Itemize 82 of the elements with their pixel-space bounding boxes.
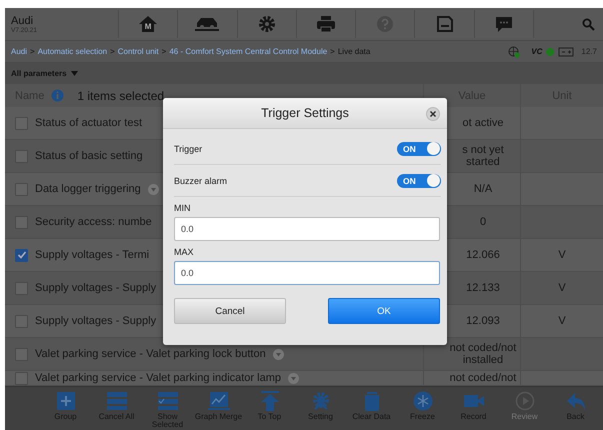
parameter-name: Supply voltages - Supply <box>35 315 156 327</box>
parameter-filter-dropdown[interactable]: All parameters <box>11 69 78 78</box>
up-arrow-icon <box>258 391 280 411</box>
parameter-name: Data logger triggering <box>35 183 141 195</box>
parameter-value: not coded/not <box>450 372 516 384</box>
breadcrumb-link[interactable]: 46 - Comfort System Central Control Module <box>169 47 328 56</box>
input-field[interactable]: 0.0 <box>174 261 440 285</box>
parameter-value: N/A <box>474 182 492 196</box>
breadcrumb-link[interactable]: Automatic selection <box>38 47 108 56</box>
dialog-title: Trigger Settings <box>261 106 349 120</box>
close-icon[interactable] <box>426 107 440 121</box>
list-icon <box>106 391 128 411</box>
printer-icon <box>316 15 336 33</box>
chat-icon <box>494 16 513 32</box>
battery-icon <box>558 46 574 57</box>
field-label: MAX <box>174 247 195 257</box>
parameter-unit: V <box>558 248 566 262</box>
dropdown-icon[interactable] <box>288 372 299 384</box>
info-icon[interactable] <box>51 89 64 102</box>
chart-icon <box>208 391 230 411</box>
parameter-value: 12.133 <box>466 282 500 294</box>
toggle-state: ON <box>403 176 416 186</box>
parameter-name: Status of actuator test <box>35 117 142 129</box>
home-icon <box>138 15 158 33</box>
selection-count: 1 items selected <box>77 88 164 102</box>
vci-status: VC <box>531 47 542 56</box>
home-letter: M <box>144 22 152 31</box>
parameter-name: Supply voltages - Supply <box>35 282 156 294</box>
save-icon <box>436 16 453 32</box>
field-label: MIN <box>174 203 192 213</box>
toggle-label: Buzzer alarm <box>174 176 228 186</box>
breadcrumb-text: > <box>30 47 35 56</box>
search-icon[interactable] <box>582 18 595 30</box>
parameter-value: ot active <box>462 116 504 130</box>
parameter-value: 12.066 <box>466 248 500 262</box>
breadcrumb-link[interactable]: Control unit <box>118 47 159 56</box>
toggle-switch[interactable]: ON <box>397 142 441 156</box>
breadcrumb-text: Live data <box>338 47 370 56</box>
toolbar-button[interactable]: M <box>118 10 178 38</box>
row-checkbox[interactable] <box>15 216 28 228</box>
row-checkbox[interactable] <box>15 348 28 360</box>
caret-icon <box>70 71 78 76</box>
row-checkbox[interactable] <box>15 150 28 162</box>
globe-icon <box>508 46 520 58</box>
parameter-value: 0 <box>480 216 486 228</box>
parameter-name: Status of basic setting <box>35 150 143 162</box>
parameter-name: Security access: numbe <box>35 216 152 228</box>
parameter-unit: V <box>558 314 566 328</box>
breadcrumb-text: > <box>330 47 335 56</box>
parameter-value: 12.093 <box>466 314 500 328</box>
ok-button[interactable]: OK <box>328 298 440 324</box>
input-field[interactable]: 0.0 <box>174 217 440 241</box>
breadcrumb-text: > <box>110 47 115 56</box>
car-lift-icon <box>194 15 220 33</box>
cancel-button[interactable]: Cancel <box>174 298 286 324</box>
dropdown-icon[interactable] <box>272 348 284 360</box>
snowflake-icon <box>412 391 434 411</box>
plus-icon <box>54 391 76 411</box>
row-checkbox[interactable] <box>15 314 28 328</box>
help-icon <box>376 15 394 33</box>
parameter-name: Valet parking service - Valet parking lock button <box>35 348 266 360</box>
back-arrow-icon <box>564 391 586 411</box>
parameter-name: Supply voltages - Termi <box>35 249 150 261</box>
connected-dot-icon <box>545 46 556 56</box>
toggle-state: ON <box>403 144 416 154</box>
row-checkbox[interactable] <box>15 182 28 196</box>
row-checkbox[interactable] <box>15 116 28 130</box>
parameter-unit: V <box>558 282 566 294</box>
row-checkbox[interactable] <box>15 282 28 294</box>
parameter-name: Valet parking service - Valet parking indicator lamp <box>35 372 281 384</box>
breadcrumb-text: > <box>162 47 166 56</box>
row-checkbox[interactable] <box>15 372 28 384</box>
toggle-label: Trigger <box>174 144 202 154</box>
settings-icon <box>258 15 276 33</box>
parameter-value: not coded/not installed <box>448 342 518 366</box>
parameter-value: s not yet started <box>461 144 505 168</box>
checklist-icon <box>156 391 178 411</box>
app-title: Audi <box>11 14 34 26</box>
dropdown-icon[interactable] <box>148 184 159 194</box>
toggle-switch[interactable]: ON <box>397 174 441 188</box>
row-checkbox[interactable] <box>15 248 28 262</box>
breadcrumb-link[interactable]: Audi <box>11 47 28 56</box>
